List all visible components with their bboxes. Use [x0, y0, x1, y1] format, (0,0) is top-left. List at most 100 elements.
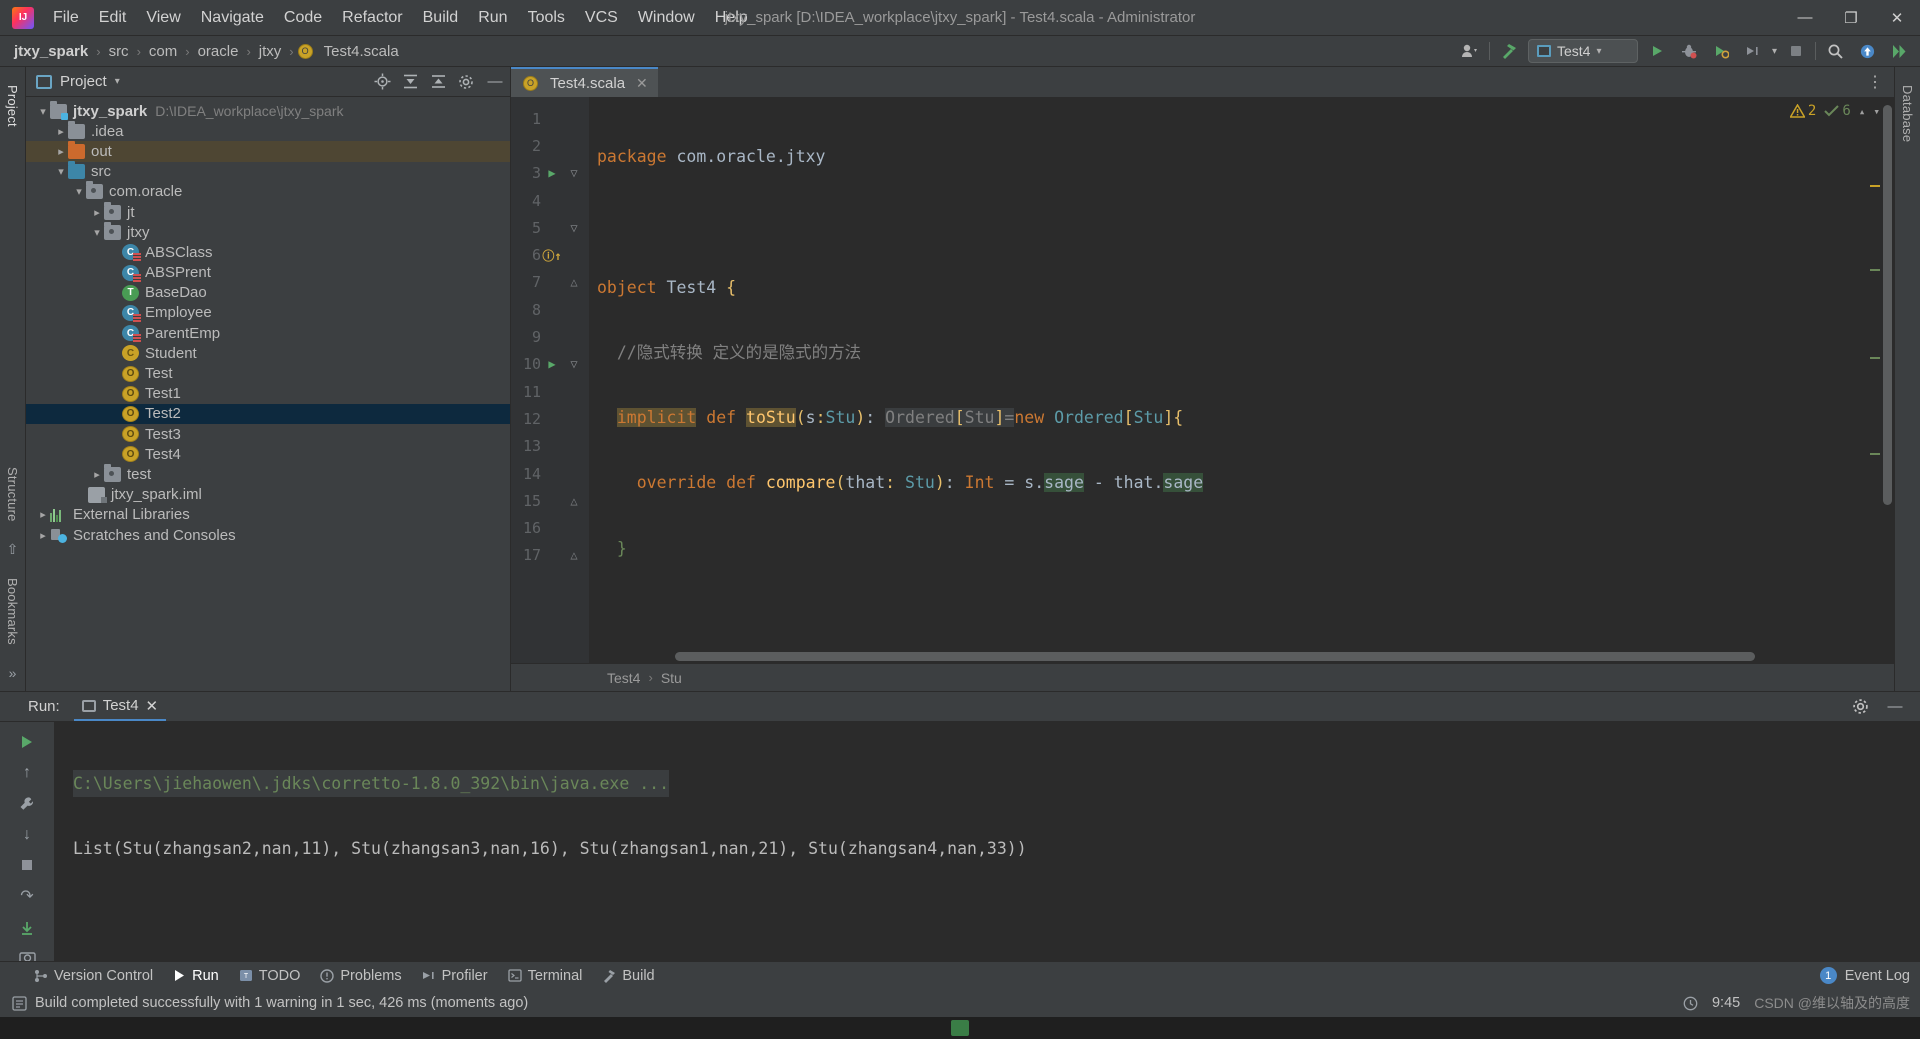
gutter-line-15[interactable]: 15 △	[511, 487, 589, 514]
gutter-line-6[interactable]: 6 ⓘ↑	[511, 241, 589, 268]
gutter-line-10[interactable]: 10 ▶ ▽	[511, 351, 589, 378]
menu-item-edit[interactable]: Edit	[90, 5, 136, 31]
menu-item-vcs[interactable]: VCS	[576, 5, 627, 31]
run-console[interactable]: C:\Users\jiehaowen\.jdks\corretto-1.8.0_…	[55, 722, 1920, 961]
run-configuration-selector[interactable]: Test4 ▾	[1527, 39, 1638, 63]
os-taskbar[interactable]	[0, 1017, 1920, 1039]
main-menu[interactable]: File Edit View Navigate Code Refactor Bu…	[44, 5, 757, 31]
menu-item-refactor[interactable]: Refactor	[333, 5, 411, 31]
project-panel-actions[interactable]: —	[374, 73, 504, 90]
chevron-right-icon[interactable]: ▸	[90, 206, 104, 219]
breadcrumb-item-com[interactable]: com	[145, 41, 181, 62]
toolwindow-terminal[interactable]: Terminal	[507, 968, 582, 984]
chevron-down-icon[interactable]: ▾	[90, 226, 104, 239]
expand-all-icon[interactable]	[430, 73, 448, 90]
run-button[interactable]	[1644, 39, 1670, 63]
sidebar-tab-project[interactable]: Project	[2, 75, 23, 137]
search-everywhere-icon[interactable]	[1886, 39, 1912, 63]
hide-panel-icon[interactable]: —	[486, 73, 504, 90]
tree-node-out[interactable]: ▸ out	[26, 140, 510, 162]
maximize-button[interactable]: ❐	[1828, 1, 1874, 35]
run-panel-actions[interactable]: —	[1852, 698, 1912, 715]
chevron-up-icon[interactable]: ▴	[1859, 105, 1866, 118]
marker-change[interactable]	[1870, 357, 1880, 359]
scroll-up-icon[interactable]: ↑	[23, 764, 31, 782]
gutter-line-1[interactable]: 1	[511, 105, 589, 132]
event-log-area[interactable]: 1 Event Log	[1819, 967, 1910, 984]
menu-item-help[interactable]: Help	[706, 5, 757, 31]
fold-collapse-icon[interactable]: ▽	[563, 357, 585, 371]
tree-node-test[interactable]: O Test	[26, 363, 510, 383]
chevron-right-icon[interactable]: ▸	[36, 508, 50, 521]
toolwindow-profiler[interactable]: Profiler	[422, 968, 488, 984]
toolwindow-version-control[interactable]: Version Control	[34, 968, 153, 984]
tree-node-jt[interactable]: ▸ jt	[26, 201, 510, 222]
run-tab-test4[interactable]: Test4 ✕	[73, 693, 167, 721]
editor-breadcrumb[interactable]: Test4 › Stu	[511, 663, 1894, 691]
menu-item-file[interactable]: File	[44, 5, 88, 31]
main-toolbar[interactable]: Test4 ▾ ▾	[1457, 39, 1920, 63]
gutter-line-14[interactable]: 14	[511, 460, 589, 487]
gutter-line-4[interactable]: 4	[511, 187, 589, 214]
close-button[interactable]: ✕	[1874, 1, 1920, 35]
event-log-label[interactable]: Event Log	[1845, 968, 1910, 984]
menu-item-tools[interactable]: Tools	[519, 5, 574, 31]
project-tree[interactable]: ▾ jtxy_spark D:\IDEA_workplace\jtxy_spark ▸…	[26, 97, 510, 691]
expand-strip-icon[interactable]: »	[9, 665, 17, 681]
menu-item-build[interactable]: Build	[414, 5, 468, 31]
profiler-button[interactable]	[1740, 39, 1766, 63]
tree-node-test1[interactable]: O Test1	[26, 384, 510, 404]
run-line-icon[interactable]: ▶	[541, 166, 563, 180]
gear-icon[interactable]	[1852, 698, 1870, 715]
minimize-button[interactable]: —	[1782, 1, 1828, 35]
inspection-widget[interactable]: 2 6 ▴ ▾	[1789, 103, 1880, 119]
breadcrumb-item-project[interactable]: jtxy_spark	[10, 41, 92, 62]
fold-end-icon[interactable]: △	[563, 548, 585, 562]
tree-node-employee[interactable]: C Employee	[26, 303, 510, 323]
menu-item-run[interactable]: Run	[469, 5, 516, 31]
rerun-icon[interactable]	[19, 734, 35, 750]
chevron-down-icon[interactable]: ▾	[72, 185, 86, 198]
gutter-line-11[interactable]: 11	[511, 378, 589, 405]
gutter-line-12[interactable]: 12	[511, 405, 589, 432]
toolwindow-problems[interactable]: Problems	[320, 968, 402, 984]
run-with-coverage-button[interactable]	[1708, 39, 1734, 63]
menu-item-view[interactable]: View	[137, 5, 189, 31]
editor-breadcrumb-stu[interactable]: Stu	[661, 670, 682, 686]
sidebar-tab-bookmarks[interactable]: Bookmarks	[2, 568, 23, 655]
chevron-right-icon[interactable]: ▸	[54, 145, 68, 158]
profiler-dropdown-icon[interactable]: ▾	[1772, 46, 1777, 57]
taskbar-app-icon[interactable]	[951, 1020, 969, 1036]
menu-item-navigate[interactable]: Navigate	[192, 5, 273, 31]
chevron-down-icon[interactable]: ▾	[54, 165, 68, 178]
more-options-icon[interactable]: ⋮	[1867, 72, 1884, 92]
window-controls[interactable]: — ❐ ✕	[1782, 1, 1920, 35]
tree-node-com-oracle[interactable]: ▾ com.oracle	[26, 181, 510, 202]
tree-node-jtxy-spark-iml[interactable]: jtxy_spark.iml	[26, 485, 510, 505]
close-icon[interactable]: ✕	[636, 75, 648, 92]
gutter-line-9[interactable]: 9	[511, 323, 589, 350]
breadcrumb-item-file[interactable]: Test4.scala	[320, 41, 403, 62]
tree-node-parentemp[interactable]: C ParentEmp	[26, 323, 510, 343]
toolwindow-run[interactable]: Run	[173, 968, 219, 984]
editor-tabs[interactable]: O Test4.scala ✕ ⋮	[511, 67, 1894, 97]
intention-bulb-icon[interactable]: ⓘ↑	[541, 247, 563, 264]
right-tool-strip[interactable]: Database	[1894, 67, 1920, 691]
tree-node-scratches-and-consoles[interactable]: ▸ Scratches and Consoles	[26, 525, 510, 545]
breadcrumb-item-src[interactable]: src	[105, 41, 133, 62]
run-line-icon[interactable]: ▶	[541, 357, 563, 371]
left-tool-strip[interactable]: Project Structure ⇧ Bookmarks »	[0, 67, 26, 691]
chevron-right-icon[interactable]: ▸	[90, 468, 104, 481]
inspection-ok-count[interactable]: 6	[1824, 103, 1851, 119]
tree-node-basedao[interactable]: T BaseDao	[26, 283, 510, 303]
toolwindow-todo[interactable]: T TODO	[239, 968, 300, 984]
gutter-line-5[interactable]: 5 ▽	[511, 214, 589, 241]
hide-panel-icon[interactable]: —	[1886, 698, 1904, 715]
fold-collapse-icon[interactable]: ▽	[563, 166, 585, 180]
fold-collapse-icon[interactable]: ▽	[563, 221, 585, 235]
hammer-icon[interactable]	[1496, 39, 1522, 63]
tree-node-student[interactable]: C Student	[26, 343, 510, 363]
gutter-line-16[interactable]: 16	[511, 514, 589, 541]
tree-node-jtxy-spark[interactable]: ▾ jtxy_spark D:\IDEA_workplace\jtxy_spark	[26, 100, 510, 121]
chevron-down-icon[interactable]: ▾	[36, 105, 50, 118]
